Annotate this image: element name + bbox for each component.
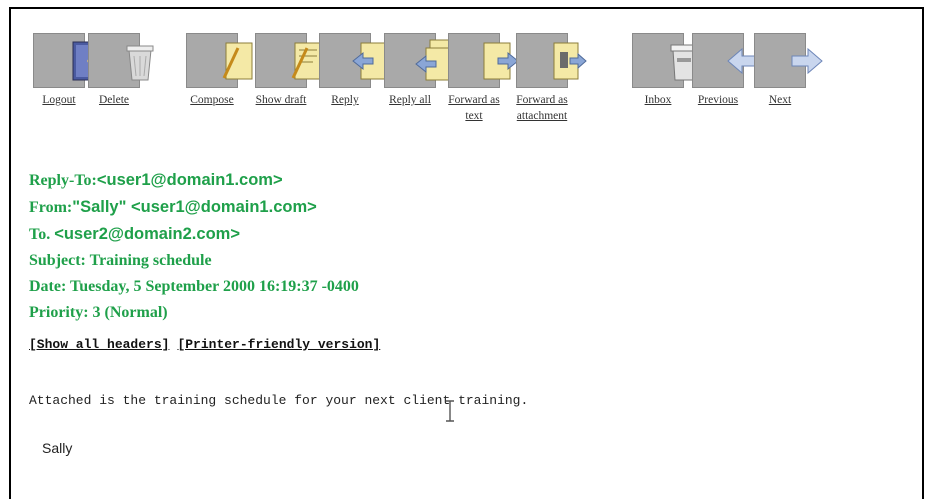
- to-address: <user2@domain2.com>: [54, 225, 240, 243]
- next-label: Next: [768, 94, 792, 106]
- forward-as-attachment-button[interactable]: Forward as attachment: [507, 33, 587, 124]
- compose-button[interactable]: Compose: [177, 33, 253, 108]
- reply-to-row: Reply-To:<user1@domain1.com>: [29, 167, 359, 194]
- forward-as-attachment-label: Forward as attachment: [516, 94, 568, 122]
- header-links: [Show all headers] [Printer-friendly vers…: [29, 337, 388, 352]
- text-cursor-icon: [446, 400, 454, 422]
- subject-line: Subject: Training schedule: [29, 252, 212, 269]
- toolbar: Logout Delete Compose Show draft Reply R…: [11, 9, 922, 159]
- compose-label: Compose: [190, 94, 234, 106]
- to-label: To.: [29, 226, 51, 243]
- show-draft-label: Show draft: [255, 94, 307, 106]
- message-view-frame: Logout Delete Compose Show draft Reply R…: [9, 7, 924, 499]
- reply-all-button[interactable]: Reply all: [375, 33, 455, 108]
- priority-line: Priority: 3 (Normal): [29, 304, 168, 321]
- compose-icon: [186, 33, 253, 88]
- reply-icon: [319, 33, 388, 88]
- reply-to-address: <user1@domain1.com>: [96, 171, 283, 189]
- forward-as-text-label: Forward as text: [448, 94, 500, 122]
- show-all-headers-link[interactable]: [Show all headers]: [29, 337, 169, 352]
- from-address: "Sally" <user1@domain1.com>: [72, 198, 317, 216]
- delete-label: Delete: [98, 94, 129, 106]
- from-label: From:: [29, 199, 73, 216]
- arrow-right-icon: [754, 33, 823, 88]
- forward-as-text-button[interactable]: Forward as text: [439, 33, 519, 124]
- previous-label: Previous: [697, 94, 739, 106]
- reply-to-label: Reply-To:: [29, 172, 97, 189]
- attachment-forward-icon: [516, 33, 587, 88]
- reply-button[interactable]: Reply: [310, 33, 388, 108]
- date-line: Date: Tuesday, 5 September 2000 16:19:37…: [29, 278, 359, 295]
- forward-icon: [448, 33, 519, 88]
- from-row: From:"Sally" <user1@domain1.com>: [29, 194, 359, 221]
- draft-icon: [255, 33, 322, 88]
- message-signature: Sally: [42, 440, 73, 456]
- next-button[interactable]: Next: [745, 33, 823, 108]
- printer-friendly-link[interactable]: [Printer-friendly version]: [177, 337, 380, 352]
- message-headers: Reply-To:<user1@domain1.com> From:"Sally…: [29, 167, 359, 326]
- arrow-left-icon: [692, 33, 759, 88]
- to-row: To. <user2@domain2.com>: [29, 221, 359, 248]
- reply-label: Reply: [331, 94, 359, 106]
- delete-button[interactable]: Delete: [79, 33, 154, 108]
- reply-all-icon: [384, 33, 455, 88]
- door-icon: [33, 33, 96, 88]
- reply-all-label: Reply all: [389, 94, 431, 106]
- inbox-icon: [632, 33, 698, 88]
- show-draft-button[interactable]: Show draft: [246, 33, 322, 108]
- trash-icon: [88, 33, 154, 88]
- previous-button[interactable]: Previous: [683, 33, 759, 108]
